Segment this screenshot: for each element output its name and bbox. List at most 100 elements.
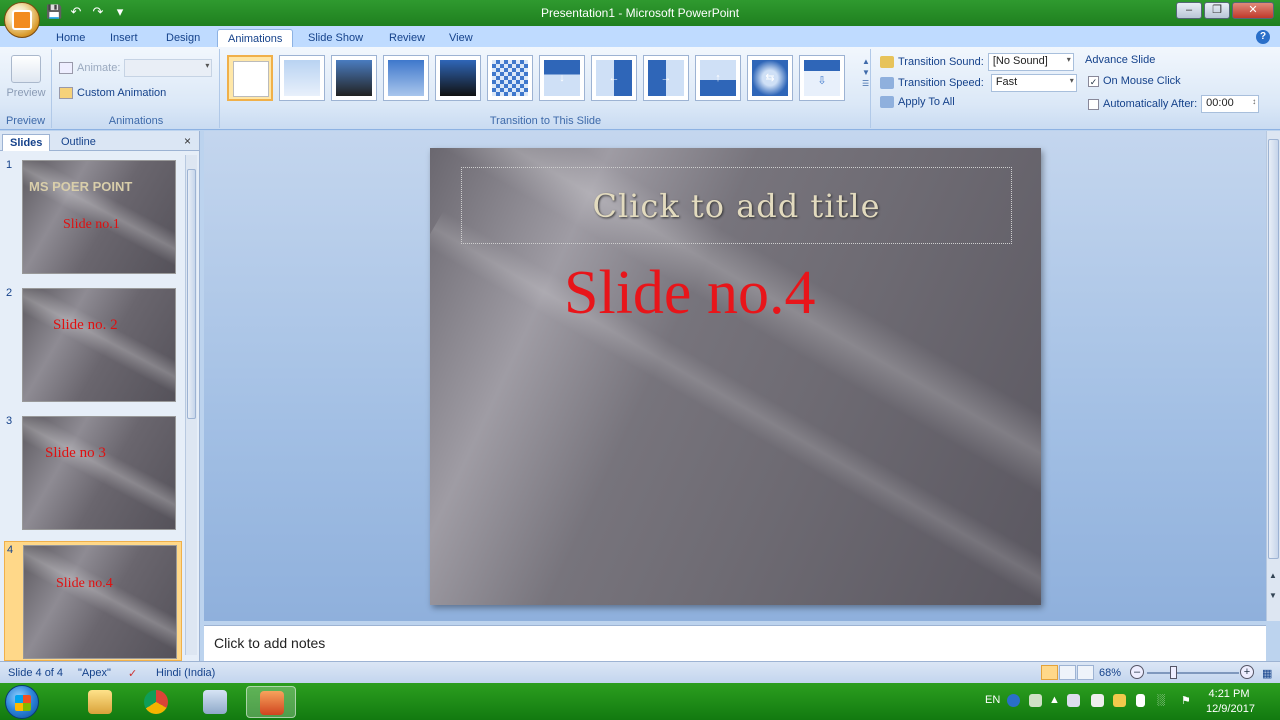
slide-show-view-icon[interactable] bbox=[1077, 665, 1094, 680]
folder-icon bbox=[88, 690, 112, 714]
preview-icon bbox=[11, 55, 41, 83]
transition-group: ↓ ← → ↑ ⇆ ⇩ Transition to This Slide bbox=[221, 49, 871, 128]
slides-panel-scrollbar[interactable] bbox=[185, 155, 197, 655]
window-title: Presentation1 - Microsoft PowerPoint bbox=[540, 6, 740, 20]
transition-none[interactable] bbox=[227, 55, 273, 101]
transition-cut[interactable] bbox=[383, 55, 429, 101]
input-language[interactable]: EN bbox=[985, 694, 1000, 706]
gallery-down-icon[interactable]: ▼ bbox=[862, 68, 870, 77]
taskbar-explorer[interactable] bbox=[75, 686, 125, 718]
tab-design[interactable]: Design bbox=[156, 29, 210, 48]
on-mouse-click-label: On Mouse Click bbox=[1103, 75, 1181, 87]
help-tray-icon[interactable] bbox=[1007, 694, 1020, 707]
slide-thumbnail-3[interactable]: 3 Slide no 3 bbox=[4, 413, 182, 533]
windows-logo-icon bbox=[15, 695, 31, 711]
transition-speed-label: Transition Speed: bbox=[898, 77, 984, 89]
view-buttons bbox=[1041, 665, 1094, 680]
start-button[interactable] bbox=[5, 685, 39, 719]
slide-thumbnail-4[interactable]: 4 Slide no.4 bbox=[4, 541, 182, 661]
transition-sound-value: [No Sound] bbox=[992, 55, 1048, 67]
network-tray-icon[interactable] bbox=[1067, 694, 1080, 707]
fit-to-window-icon[interactable]: ▦ bbox=[1262, 667, 1272, 680]
transition-sound-label: Transition Sound: bbox=[898, 56, 984, 68]
zoom-slider[interactable] bbox=[1147, 672, 1239, 674]
notes-placeholder: Click to add notes bbox=[214, 635, 326, 651]
transition-cut-black[interactable] bbox=[435, 55, 481, 101]
transition-wipe-up[interactable]: ↑ bbox=[695, 55, 741, 101]
transition-dissolve[interactable] bbox=[487, 55, 533, 101]
show-hidden-icons[interactable]: ▲ bbox=[1049, 694, 1060, 706]
restore-button[interactable]: ❐ bbox=[1204, 2, 1230, 19]
tab-animations[interactable]: Animations bbox=[217, 29, 294, 48]
slides-panel: Slides Outline × 1 MS POER POINT Slide n… bbox=[0, 131, 200, 661]
slide-number: 1 bbox=[6, 159, 13, 171]
on-mouse-click-option[interactable]: ✓ On Mouse Click bbox=[1088, 75, 1181, 87]
close-button[interactable]: ✕ bbox=[1232, 2, 1274, 19]
transition-fade-smoothly[interactable] bbox=[279, 55, 325, 101]
clock[interactable]: 4:21 PM 12/9/2017 bbox=[1206, 687, 1255, 717]
normal-view-icon[interactable] bbox=[1041, 665, 1058, 680]
slide-thumbnail-2[interactable]: 2 Slide no. 2 bbox=[4, 285, 182, 405]
volume-icon[interactable] bbox=[1091, 694, 1104, 707]
zoom-level[interactable]: 68% bbox=[1099, 667, 1121, 679]
transition-speed-dropdown[interactable]: Fast ▾ bbox=[990, 74, 1077, 92]
tab-outline[interactable]: Outline bbox=[54, 134, 103, 151]
spelling-icon[interactable]: ✓ bbox=[128, 667, 137, 680]
office-logo-icon bbox=[12, 10, 32, 30]
apply-to-all-button[interactable]: Apply To All bbox=[880, 96, 955, 108]
zoom-slider-handle[interactable] bbox=[1170, 666, 1177, 679]
tab-slide-show[interactable]: Slide Show bbox=[298, 29, 373, 48]
next-slide-icon[interactable]: ▼ bbox=[1269, 591, 1277, 600]
animate-icon bbox=[59, 62, 73, 74]
transition-wipe-left[interactable]: ← bbox=[591, 55, 637, 101]
ribbon-tabs: Home Insert Design Animations Slide Show… bbox=[0, 26, 1280, 48]
battery-icon[interactable] bbox=[1136, 694, 1145, 707]
tab-review[interactable]: Review bbox=[379, 29, 435, 48]
taskbar-chrome[interactable] bbox=[131, 686, 181, 718]
tab-view[interactable]: View bbox=[439, 29, 483, 48]
zoom-in-icon[interactable]: + bbox=[1240, 665, 1254, 679]
window-controls: – ❐ ✕ bbox=[1176, 2, 1274, 19]
close-icon[interactable]: × bbox=[184, 134, 191, 148]
transition-box-in[interactable]: ⇆ bbox=[747, 55, 793, 101]
transition-push-down[interactable]: ⇩ bbox=[799, 55, 845, 101]
office-button[interactable] bbox=[4, 2, 40, 38]
help-icon[interactable]: ? bbox=[1256, 30, 1270, 44]
tab-insert[interactable]: Insert bbox=[100, 29, 148, 48]
taskbar: EN ▲ ░ ⚑ 4:21 PM 12/9/2017 bbox=[0, 683, 1280, 720]
custom-animation-button[interactable]: Custom Animation bbox=[77, 87, 166, 99]
slide-body-text[interactable]: Slide no.4 bbox=[564, 258, 815, 329]
zoom-out-icon[interactable]: – bbox=[1130, 665, 1144, 679]
gallery-up-icon[interactable]: ▲ bbox=[862, 57, 870, 66]
transition-sound-dropdown[interactable]: [No Sound] ▾ bbox=[987, 53, 1074, 71]
pen-tray-icon[interactable] bbox=[1029, 694, 1042, 707]
action-center-flag-icon[interactable]: ⚑ bbox=[1181, 694, 1191, 707]
minimize-button[interactable]: – bbox=[1176, 2, 1202, 19]
auto-after-checkbox[interactable] bbox=[1088, 98, 1099, 110]
title-placeholder[interactable]: Click to add title bbox=[461, 167, 1012, 244]
preview-button[interactable]: Preview bbox=[6, 55, 46, 99]
signal-icon[interactable]: ░ bbox=[1157, 694, 1165, 706]
taskbar-powerpoint[interactable] bbox=[246, 686, 296, 718]
slide-sorter-view-icon[interactable] bbox=[1059, 665, 1076, 680]
transition-fade-black[interactable] bbox=[331, 55, 377, 101]
transition-wipe-right[interactable]: → bbox=[643, 55, 689, 101]
notes-pane[interactable]: Click to add notes bbox=[204, 625, 1266, 661]
theme-name: "Apex" bbox=[78, 667, 111, 679]
transition-wipe-down[interactable]: ↓ bbox=[539, 55, 585, 101]
tab-home[interactable]: Home bbox=[46, 29, 95, 48]
prev-slide-icon[interactable]: ▲ bbox=[1269, 571, 1277, 580]
app-tray-icon[interactable] bbox=[1113, 694, 1126, 707]
apply-to-all-icon bbox=[880, 96, 894, 108]
on-mouse-click-checkbox[interactable]: ✓ bbox=[1088, 75, 1099, 87]
slide-number: 2 bbox=[6, 287, 13, 299]
language[interactable]: Hindi (India) bbox=[156, 667, 215, 679]
current-slide[interactable]: Click to add title Slide no.4 bbox=[430, 148, 1041, 605]
slide-thumbnail-1[interactable]: 1 MS POER POINT Slide no.1 bbox=[4, 157, 182, 277]
auto-after-spinner[interactable]: 00:00 ↕ bbox=[1201, 95, 1260, 113]
gallery-more-icon[interactable]: ☰ bbox=[862, 79, 870, 88]
main-vertical-scrollbar[interactable]: ▲ ▼ bbox=[1266, 131, 1280, 621]
animate-dropdown[interactable]: ▾ bbox=[124, 59, 213, 77]
taskbar-notepad[interactable] bbox=[190, 686, 240, 718]
tab-slides[interactable]: Slides bbox=[2, 134, 51, 151]
